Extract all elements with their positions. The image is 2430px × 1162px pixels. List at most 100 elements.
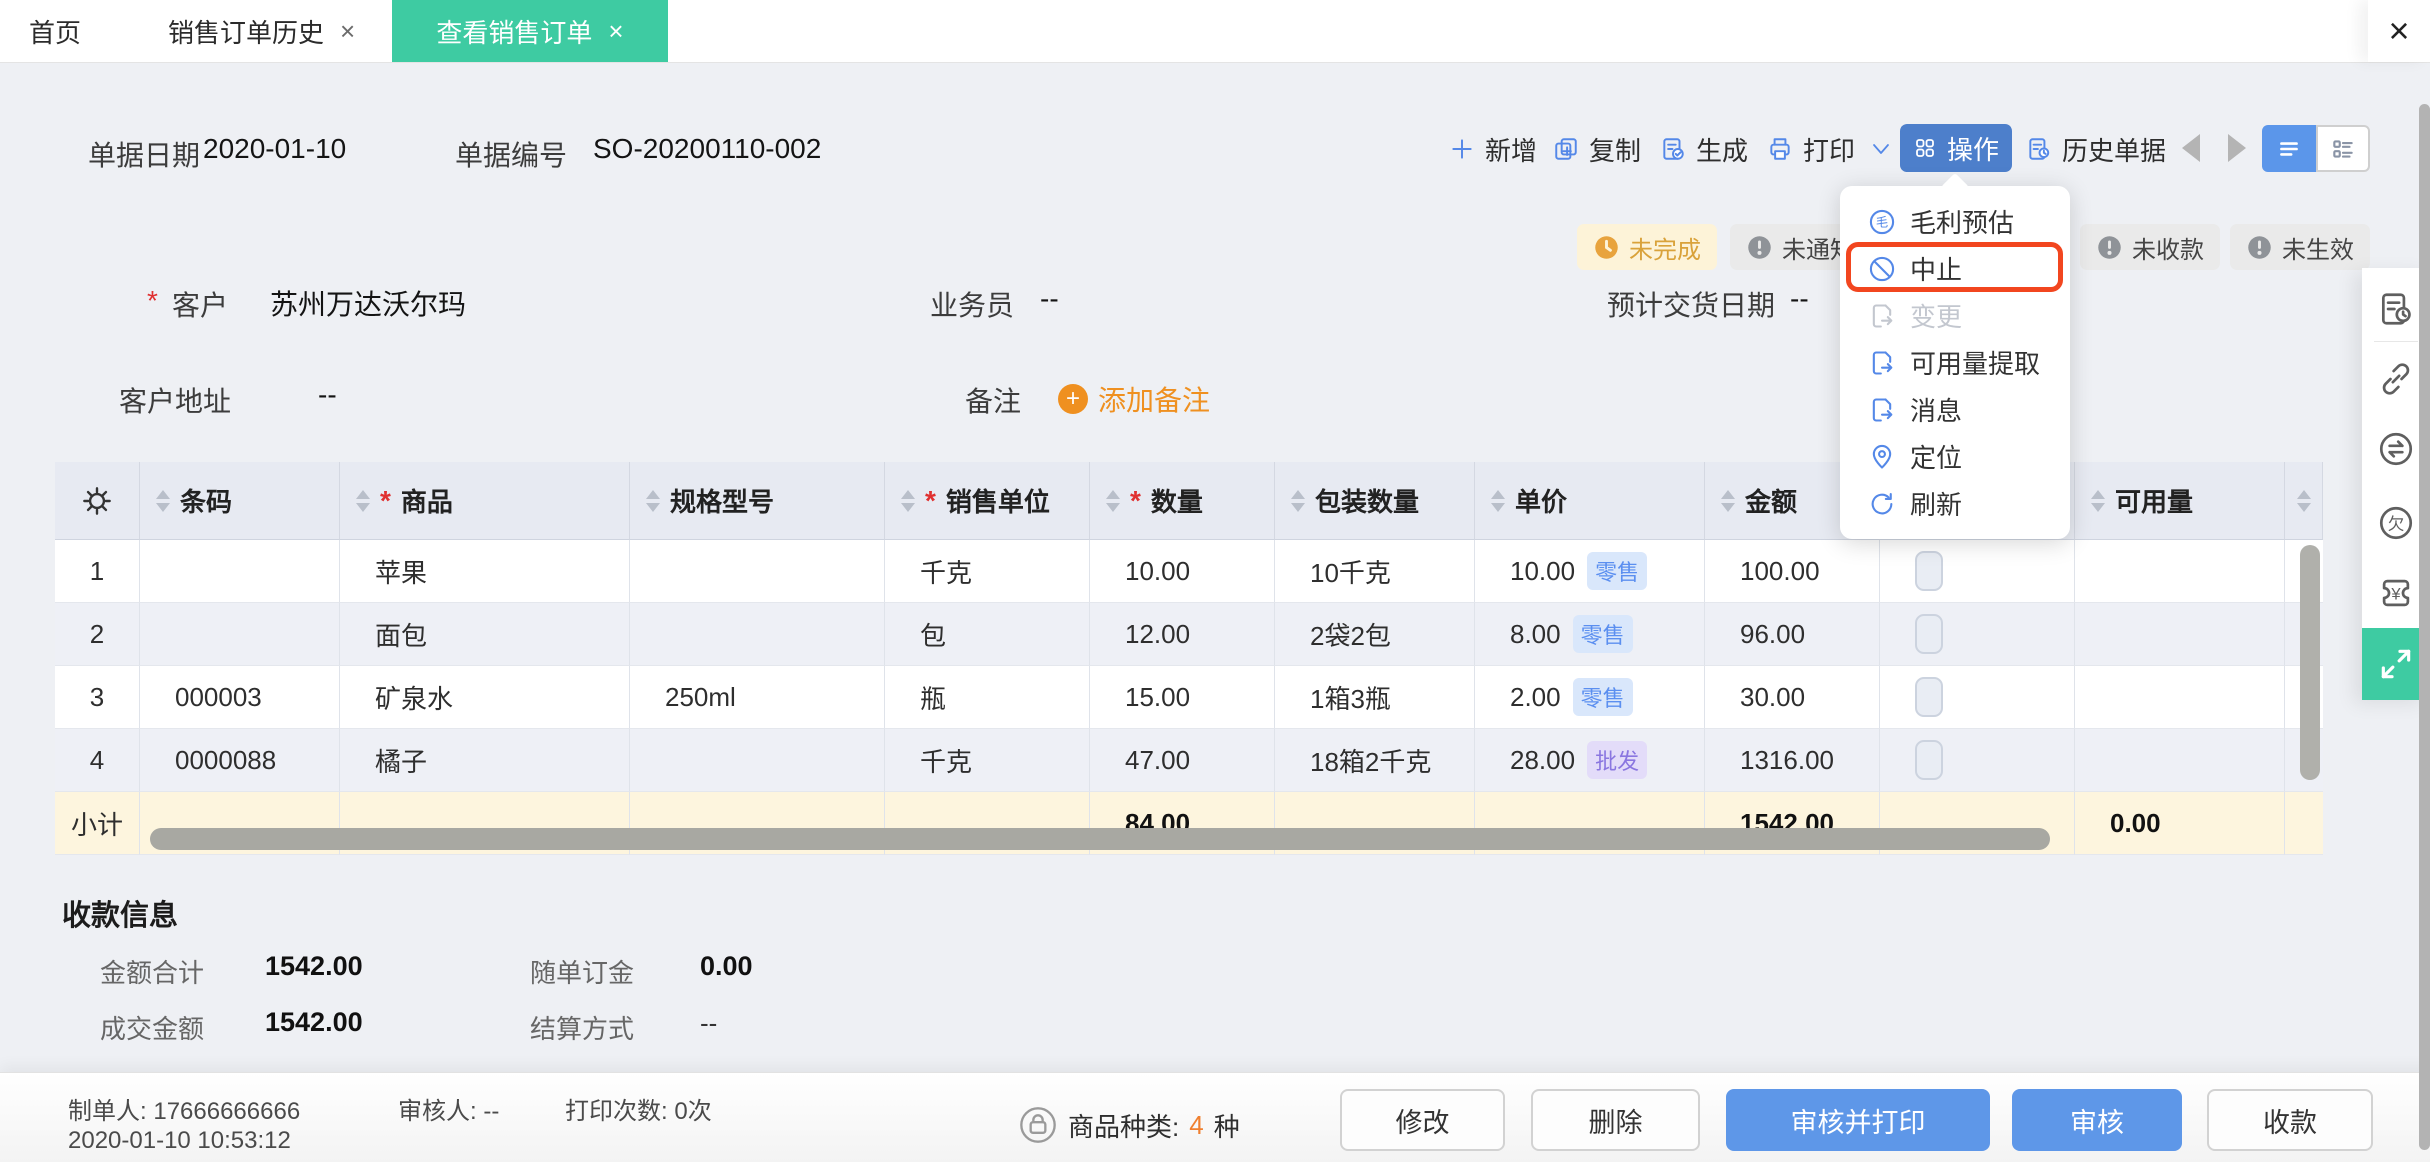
copy-button[interactable]: 复制 (1553, 126, 1641, 172)
exclamation-icon (2098, 235, 2121, 259)
print-dropdown-button[interactable] (1869, 126, 1893, 172)
sort-icon[interactable] (2091, 489, 2105, 512)
money-ticket-button[interactable]: ¥ (2377, 574, 2415, 612)
column-header-unit[interactable]: * 销售单位 (885, 462, 1090, 540)
price-cell: 10.00 零售 (1475, 540, 1705, 603)
table-vertical-scrollbar[interactable] (2300, 545, 2320, 780)
subtotal-available: 0.00 (2075, 792, 2285, 855)
column-settings-button[interactable] (55, 462, 140, 540)
table-row[interactable]: 4 0000088 橘子 千克 47.00 18箱2千克 28.00 批发 131… (55, 729, 2323, 792)
tab-close-icon[interactable]: × (608, 18, 623, 44)
column-header-product[interactable]: * 商品 (340, 462, 630, 540)
sort-icon[interactable] (1291, 489, 1305, 512)
column-header-pack-qty[interactable]: 包装数量 (1275, 462, 1475, 540)
doc-log-button[interactable] (2377, 290, 2415, 328)
retail-tag[interactable]: 零售 (1572, 615, 1633, 653)
sort-icon[interactable] (156, 489, 170, 512)
sort-icon[interactable] (901, 489, 915, 512)
pack-qty-cell: 2袋2包 (1275, 603, 1475, 666)
row-number: 4 (55, 729, 140, 792)
status-badge-incomplete: 未完成 (1577, 224, 1717, 270)
menu-item-profit-estimate[interactable]: 毛 毛利预估 (1840, 198, 2070, 245)
remark-label: 备注 (965, 386, 1022, 417)
doc-arrow-icon (1872, 350, 1893, 375)
table-row[interactable]: 3 000003 矿泉水 250ml 瓶 15.00 1箱3瓶 2.00 零售 3… (55, 666, 2323, 729)
tab-home[interactable]: 首页 (29, 0, 81, 62)
spec-cell (630, 540, 885, 603)
menu-item-locate[interactable]: 定位 (1840, 433, 2070, 480)
action-dropdown-menu: 毛 毛利预估 中止 变更 可用量提取 消息 定位 刷新 (1840, 172, 2070, 539)
doc-arrow-icon (1872, 303, 1893, 328)
menu-item-available-extract[interactable]: 可用量提取 (1840, 339, 2070, 386)
table-row[interactable]: 2 面包 包 12.00 2袋2包 8.00 零售 96.00 (55, 603, 2323, 666)
audit-button[interactable]: 审核 (2012, 1089, 2182, 1151)
history-doc-button[interactable]: 历史单据 (2026, 126, 2166, 172)
barcode-cell (140, 603, 340, 666)
table-row[interactable]: 1 苹果 千克 10.00 10千克 10.00 零售 100.00 (55, 540, 2323, 603)
doc-date-value: 2020-01-10 (203, 133, 347, 164)
column-header-spec[interactable]: 规格型号 (630, 462, 885, 540)
gift-checkbox-cell (1880, 666, 2075, 729)
modify-button[interactable]: 修改 (1340, 1089, 1505, 1151)
wholesale-tag[interactable]: 批发 (1587, 741, 1648, 779)
sort-icon[interactable] (356, 489, 370, 512)
menu-item-halt[interactable]: 中止 (1840, 245, 2070, 292)
refresh-icon (1871, 492, 1893, 514)
menu-item-refresh[interactable]: 刷新 (1840, 480, 2070, 527)
retail-tag[interactable]: 零售 (1587, 552, 1648, 590)
column-header-barcode[interactable]: 条码 (140, 462, 340, 540)
sort-icon[interactable] (1491, 489, 1505, 512)
grid-icon (1916, 139, 1934, 157)
settlement-value: -- (700, 1008, 718, 1038)
receive-payment-button[interactable]: 收款 (2207, 1089, 2373, 1151)
tab-sales-order-history[interactable]: 销售订单历史 × (168, 0, 355, 62)
menu-item-change: 变更 (1840, 292, 2070, 339)
prev-doc-icon[interactable] (2182, 134, 2200, 162)
retail-tag[interactable]: 零售 (1572, 678, 1633, 716)
delete-button[interactable]: 删除 (1531, 1089, 1700, 1151)
add-remark-button[interactable]: + 添加备注 (1058, 379, 1210, 419)
required-asterisk: * (925, 484, 936, 516)
sort-icon[interactable] (646, 489, 660, 512)
clock-icon (1595, 235, 1618, 259)
column-header-extra[interactable] (2285, 462, 2323, 540)
next-doc-icon[interactable] (2228, 134, 2246, 162)
add-button[interactable]: 新增 (1449, 126, 1537, 172)
print-icon (1770, 138, 1790, 160)
checkbox[interactable] (1915, 740, 1943, 780)
sort-icon[interactable] (1106, 489, 1120, 512)
close-icon[interactable]: × (2368, 0, 2430, 62)
checkbox[interactable] (1915, 614, 1943, 654)
customer-value[interactable]: 苏州万达沃尔玛 (270, 283, 466, 323)
horizontal-scrollbar[interactable] (150, 828, 2050, 850)
action-label: 操作 (1946, 134, 1999, 165)
print-button[interactable]: 打印 (1767, 126, 1855, 172)
column-header-qty[interactable]: * 数量 (1090, 462, 1275, 540)
subtotal-label: 小计 (55, 792, 140, 855)
generate-button[interactable]: 生成 (1660, 126, 1748, 172)
action-button[interactable]: 操作 (1900, 124, 2012, 172)
tab-close-icon[interactable]: × (340, 18, 355, 44)
page-vertical-scrollbar[interactable] (2419, 104, 2430, 1150)
menu-item-message[interactable]: 消息 (1840, 386, 2070, 433)
available-cell (2075, 540, 2285, 603)
tab-view-sales-order[interactable]: 查看销售订单 × (392, 0, 668, 62)
spec-cell (630, 729, 885, 792)
related-docs-button[interactable] (2377, 360, 2415, 398)
debt-button[interactable]: 欠 (2377, 504, 2415, 542)
sort-icon[interactable] (2296, 489, 2311, 512)
deposit-value: 0.00 (700, 951, 753, 981)
transfer-button[interactable] (2377, 430, 2415, 468)
audit-and-print-button[interactable]: 审核并打印 (1726, 1089, 1990, 1151)
sort-icon[interactable] (1721, 489, 1735, 512)
checkbox[interactable] (1915, 677, 1943, 717)
column-header-price[interactable]: 单价 (1475, 462, 1705, 540)
generate-label: 生成 (1696, 135, 1749, 166)
exclamation-icon (2248, 235, 2271, 259)
detail-view-toggle[interactable] (2262, 125, 2316, 172)
checkbox[interactable] (1915, 551, 1943, 591)
delivery-date-value: -- (1790, 283, 1809, 314)
doc-arrow-icon (1872, 397, 1893, 422)
column-header-available[interactable]: 可用量 (2075, 462, 2285, 540)
list-view-toggle[interactable] (2316, 125, 2370, 172)
